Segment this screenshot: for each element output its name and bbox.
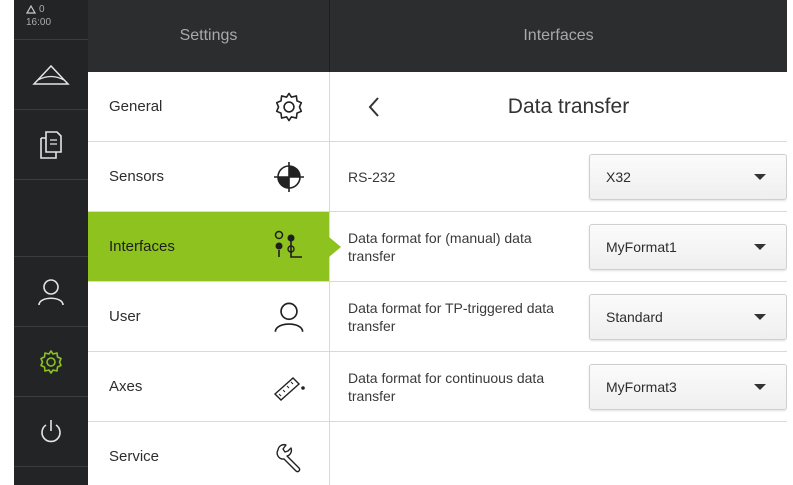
menu-item-label: User xyxy=(109,308,141,325)
rail-power-button[interactable] xyxy=(14,397,88,467)
status-area: 0 16:00 xyxy=(14,0,88,40)
menu-item-label: Interfaces xyxy=(109,238,175,255)
chevron-down-icon xyxy=(754,243,766,250)
wrench-icon xyxy=(271,439,307,475)
gear-icon xyxy=(271,89,307,125)
menu-item-axes[interactable]: Axes xyxy=(88,352,329,422)
rail-documents-button[interactable] xyxy=(14,110,88,180)
chevron-down-icon xyxy=(754,173,766,180)
data-transfer-panel: Data transfer RS-232 X32 Data format for… xyxy=(329,72,787,485)
main-menu-rail: 0 16:00 xyxy=(14,0,88,485)
user-icon xyxy=(271,299,307,335)
setting-row-manual-format: Data format for (manual) data transfer M… xyxy=(330,212,787,282)
menu-item-label: Service xyxy=(109,448,160,465)
chevron-down-icon xyxy=(754,383,766,390)
clock-time: 16:00 xyxy=(26,17,52,28)
setting-row-rs232: RS-232 X32 xyxy=(330,142,787,212)
warning-indicator: 0 xyxy=(26,3,88,16)
setting-row-tp-format: Data format for TP-triggered data transf… xyxy=(330,282,787,352)
user-icon xyxy=(38,278,64,305)
menu-item-label: Sensors xyxy=(109,168,165,185)
rail-measure-button[interactable] xyxy=(14,40,88,110)
measure-triangle-icon xyxy=(32,64,70,85)
menu-item-label: Axes xyxy=(109,378,143,395)
page-title: Data transfer xyxy=(507,94,630,118)
menu-item-service[interactable]: Service xyxy=(88,422,329,485)
dropdown-value: MyFormat3 xyxy=(606,378,677,395)
menu-item-label: General xyxy=(109,98,163,115)
interfaces-icon xyxy=(271,229,307,265)
app-frame: 0 16:00 Settings General Sensors Interfa… xyxy=(14,0,787,485)
axes-icon xyxy=(271,369,307,405)
warning-triangle-icon xyxy=(26,5,36,14)
setting-label: Data format for continuous data transfer xyxy=(348,369,545,404)
setting-label: Data format for TP-triggered data transf… xyxy=(348,299,554,334)
rail-user-button[interactable] xyxy=(14,257,88,327)
panel-title-bar: Data transfer xyxy=(330,72,787,142)
crosshair-icon xyxy=(271,159,307,195)
menu-item-interfaces[interactable]: Interfaces xyxy=(88,212,341,282)
menu-item-sensors[interactable]: Sensors xyxy=(88,142,329,212)
rs232-dropdown[interactable]: X32 xyxy=(589,153,787,200)
setting-label: Data format for (manual) data transfer xyxy=(348,229,532,264)
dropdown-value: Standard xyxy=(606,308,663,325)
settings-menu: General Sensors Interfaces User Axes Ser… xyxy=(88,72,341,485)
menu-item-general[interactable]: General xyxy=(88,72,329,142)
gear-icon xyxy=(40,349,62,374)
settings-header: Settings xyxy=(88,0,329,72)
dropdown-value: MyFormat1 xyxy=(606,238,677,255)
back-button[interactable] xyxy=(360,92,388,122)
interfaces-header: Interfaces xyxy=(329,0,787,72)
chevron-left-icon xyxy=(368,97,379,117)
manual-format-dropdown[interactable]: MyFormat1 xyxy=(589,223,787,270)
continuous-format-dropdown[interactable]: MyFormat3 xyxy=(589,363,787,410)
power-icon xyxy=(41,419,61,442)
setting-row-continuous-format: Data format for continuous data transfer… xyxy=(330,352,787,422)
warning-count: 0 xyxy=(39,4,45,15)
setting-label: RS-232 xyxy=(348,168,396,185)
menu-item-user[interactable]: User xyxy=(88,282,329,352)
rail-settings-button[interactable] xyxy=(14,327,88,397)
tp-format-dropdown[interactable]: Standard xyxy=(589,293,787,340)
chevron-down-icon xyxy=(754,313,766,320)
rail-empty-slot xyxy=(14,180,88,257)
dropdown-value: X32 xyxy=(606,168,631,185)
documents-icon xyxy=(40,130,62,159)
